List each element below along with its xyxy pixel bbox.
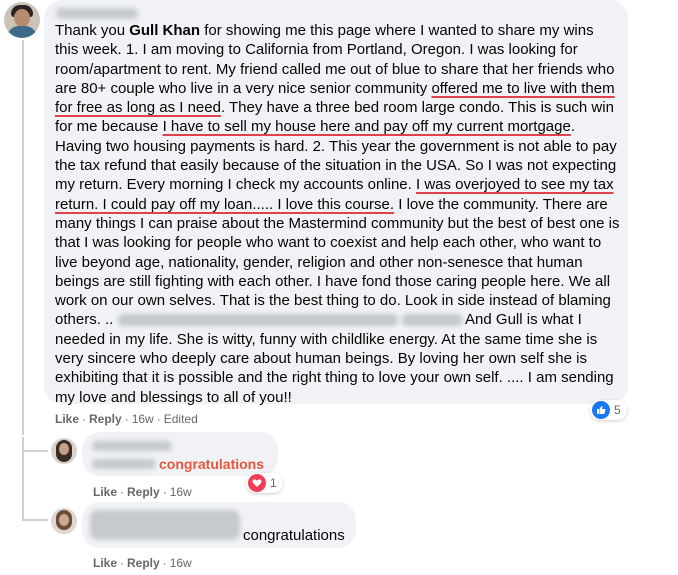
edited-label: Edited <box>163 412 198 426</box>
like-button[interactable]: Like <box>93 556 117 570</box>
reply-2-avatar[interactable] <box>51 508 77 534</box>
tagged-user-link[interactable]: Gull Khan <box>129 22 200 39</box>
thread-branch-2 <box>22 519 48 521</box>
reply-button[interactable]: Reply <box>127 556 160 570</box>
reply-2-text: congratulations <box>243 527 345 544</box>
like-reaction-badge[interactable]: 5 <box>590 400 627 420</box>
reply-1-actions: Like · Reply · 16w <box>93 485 192 499</box>
love-reaction-badge[interactable]: 1 <box>246 473 283 493</box>
reaction-count: 5 <box>614 403 621 417</box>
redacted-mention <box>401 314 462 327</box>
thread-branch-1 <box>22 450 48 452</box>
timestamp[interactable]: 16w <box>170 485 192 499</box>
thumbs-up-icon <box>592 401 610 419</box>
timestamp[interactable]: 16w <box>132 412 154 426</box>
main-comment-text: Thank you Gull Khan for showing me this … <box>55 22 620 406</box>
underlined-text-2: I have to sell my house here and pay off… <box>162 118 571 136</box>
reply-button[interactable]: Reply <box>89 412 122 426</box>
like-button[interactable]: Like <box>55 412 79 426</box>
reply-1-bubble: congratulations <box>82 432 278 476</box>
redacted-mentions <box>117 314 398 327</box>
main-comment-actions: Like · Reply · 16w · Edited <box>55 412 198 426</box>
thread-line-2 <box>22 437 24 520</box>
reaction-count: 1 <box>270 476 277 490</box>
commenter-avatar[interactable] <box>4 2 40 38</box>
reply-2-name-redacted[interactable] <box>90 510 240 540</box>
reply-1-mention-redacted[interactable] <box>92 459 156 469</box>
reply-1-avatar[interactable] <box>51 438 77 464</box>
reply-1-name-redacted[interactable] <box>92 441 172 451</box>
heart-icon <box>248 474 266 492</box>
commenter-name-redacted[interactable] <box>56 8 138 19</box>
reply-1-text: congratulations <box>159 456 265 472</box>
reply-2-actions: Like · Reply · 16w <box>93 556 192 570</box>
reply-2-bubble: congratulations <box>82 502 356 548</box>
thread-line <box>22 40 24 435</box>
timestamp[interactable]: 16w <box>170 556 192 570</box>
like-button[interactable]: Like <box>93 485 117 499</box>
reply-button[interactable]: Reply <box>127 485 160 499</box>
